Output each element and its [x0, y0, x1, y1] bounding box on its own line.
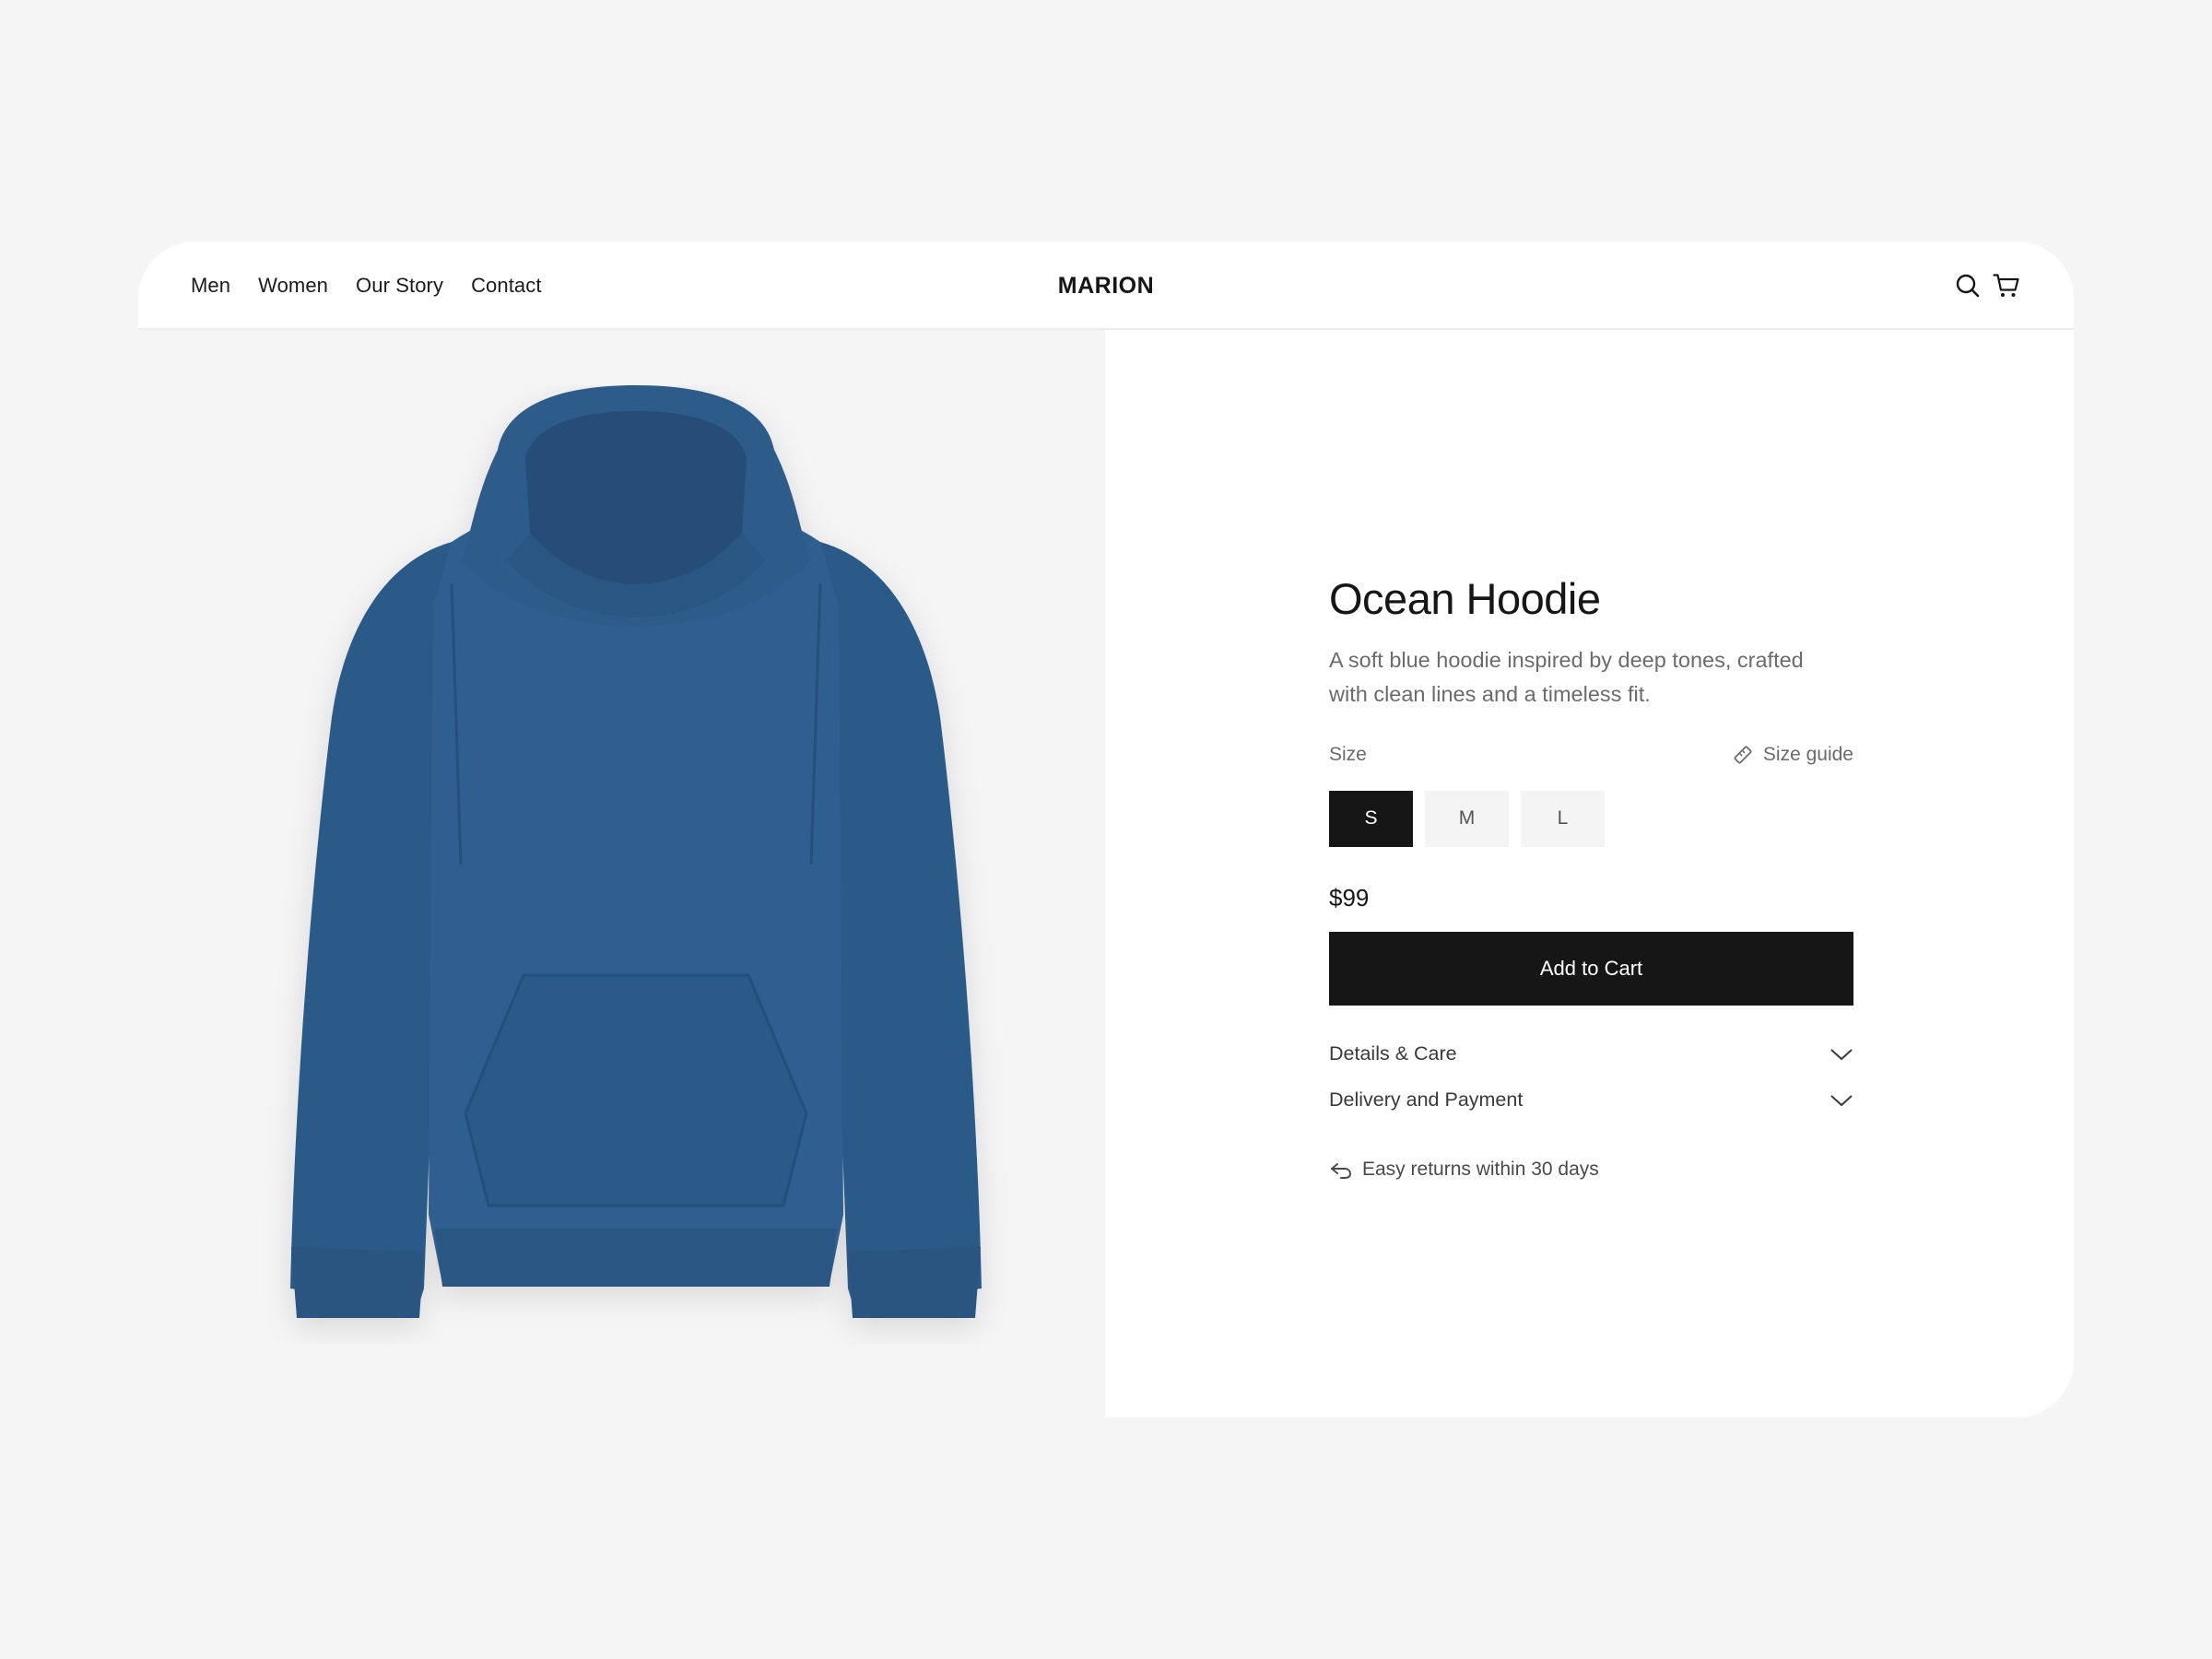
returns-note: Easy returns within 30 days — [1329, 1159, 1853, 1181]
size-guide-label: Size guide — [1762, 743, 1853, 765]
accordion-details-care[interactable]: Details & Care — [1329, 1031, 1853, 1077]
main-nav: Men Women Our Story Contact — [191, 241, 542, 330]
accordion-delivery-payment[interactable]: Delivery and Payment — [1329, 1077, 1853, 1124]
cart-button[interactable] — [1993, 272, 2020, 300]
search-icon — [1956, 274, 1980, 298]
page-card: Men Women Our Story Contact MARION Ocean… — [138, 241, 2074, 1418]
add-to-cart-button[interactable]: Add to Cart — [1329, 931, 1853, 1006]
size-guide-link[interactable]: Size guide — [1732, 744, 1853, 766]
search-button[interactable] — [1954, 272, 1982, 300]
nav-our-story[interactable]: Our Story — [356, 274, 443, 298]
return-arrow-icon — [1331, 1162, 1351, 1179]
cart-icon — [1993, 274, 2019, 297]
size-option-s[interactable]: S — [1329, 790, 1413, 847]
product-image-panel — [138, 330, 1105, 1418]
size-option-m[interactable]: M — [1425, 790, 1509, 847]
header-actions — [1954, 241, 2020, 330]
chevron-down-icon — [1830, 1094, 1853, 1107]
product-accordion: Details & Care Delivery and Payment — [1329, 1031, 1853, 1124]
size-option-l[interactable]: L — [1521, 790, 1605, 847]
product-details: Ocean Hoodie A soft blue hoodie inspired… — [1329, 575, 1853, 1181]
product-info-panel: Ocean Hoodie A soft blue hoodie inspired… — [1105, 330, 2074, 1418]
accordion-label: Details & Care — [1329, 1042, 1457, 1065]
product-title: Ocean Hoodie — [1329, 574, 1601, 623]
nav-contact[interactable]: Contact — [471, 274, 542, 298]
size-label: Size — [1329, 743, 1367, 765]
nav-women[interactable]: Women — [258, 274, 328, 298]
accordion-label: Delivery and Payment — [1329, 1088, 1524, 1112]
size-row: Size Size guide — [1329, 741, 1853, 769]
product-description: A soft blue hoodie inspired by deep tone… — [1329, 647, 1804, 706]
site-header: Men Women Our Story Contact MARION — [138, 241, 2074, 330]
chevron-down-icon — [1830, 1048, 1853, 1061]
returns-text: Easy returns within 30 days — [1362, 1158, 1599, 1180]
ruler-icon — [1734, 746, 1752, 764]
nav-men[interactable]: Men — [191, 274, 230, 298]
product-price: $99 — [1329, 883, 1370, 912]
hoodie-product-image — [290, 385, 982, 1318]
size-options: S M L — [1329, 790, 1853, 847]
